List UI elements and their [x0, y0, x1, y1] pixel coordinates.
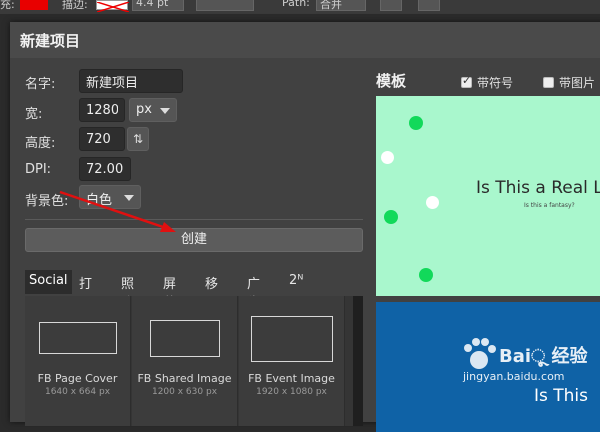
swap-dimensions-button[interactable]: ⇅ — [127, 127, 149, 151]
no-color-icon — [96, 1, 130, 13]
dialog-titlebar[interactable]: 新建项目 — [10, 22, 600, 58]
preset-aspect-thumbnail — [251, 316, 333, 362]
with-symbol-label: 带符号 — [477, 76, 514, 90]
stroke-width-value: 4.4 pt — [136, 0, 169, 9]
template-card[interactable]: Is This a Real L Is this a fantasy? — [376, 96, 600, 296]
height-label: 高度: — [25, 136, 56, 151]
swap-icon: ⇅ — [132, 132, 144, 146]
move-up-button[interactable] — [418, 0, 440, 11]
decor-dot — [384, 210, 398, 224]
watermark-url: jingyan.baidu.com — [463, 370, 565, 383]
dpi-field[interactable] — [79, 157, 131, 181]
background-select[interactable]: 白色 — [79, 185, 141, 209]
unit-select[interactable]: px — [129, 98, 177, 122]
preset-aspect-thumbnail — [150, 320, 220, 357]
dialog-title: 新建项目 — [20, 32, 81, 50]
stroke-style-select[interactable] — [196, 0, 254, 11]
height-field[interactable] — [79, 127, 125, 151]
stroke-color-swatch[interactable] — [96, 0, 130, 13]
unit-select-value: px — [136, 102, 152, 117]
preset-list: FB Page Cover 1640 x 664 px FB Shared Im… — [25, 296, 363, 426]
width-field[interactable] — [79, 98, 125, 122]
preset-aspect-thumbnail — [39, 322, 117, 354]
preset-name: FB Shared Image — [137, 372, 232, 385]
decor-dot — [409, 116, 423, 130]
tab-ads[interactable]: 广告 — [243, 270, 264, 311]
preset-card[interactable]: FB Page Cover 1640 x 664 px — [25, 296, 131, 426]
decor-dot — [419, 268, 433, 282]
preset-scrollbar[interactable] — [353, 296, 363, 426]
preset-size: 1920 x 1080 px — [256, 387, 327, 397]
preset-name: FB Page Cover — [37, 372, 118, 385]
path-mode-value: 合并 — [320, 0, 342, 11]
templates-heading: 模板 — [376, 72, 407, 90]
tab-photo[interactable]: 照片 — [117, 270, 138, 311]
section-divider — [25, 219, 363, 220]
preset-size: 1640 x 664 px — [44, 387, 111, 397]
name-field[interactable] — [79, 69, 183, 93]
preset-size: 1200 x 630 px — [151, 387, 218, 397]
tab-power-of-two[interactable]: 2ᴺ — [285, 270, 307, 294]
template-title: Is This a Real L — [476, 178, 600, 198]
paw-logo-icon — [464, 338, 496, 369]
chevron-down-icon — [160, 108, 170, 114]
tab-screen[interactable]: 屏幕 — [159, 270, 180, 311]
preset-card[interactable]: FB Shared Image 1200 x 630 px — [132, 296, 238, 426]
tab-mobile[interactable]: 移动 — [201, 270, 222, 311]
create-button[interactable]: 创建 — [25, 228, 363, 252]
fill-color-swatch[interactable] — [20, 0, 48, 10]
template-subtitle: Is this a fantasy? — [524, 202, 575, 209]
background-label: 背景色: — [25, 194, 69, 209]
stroke-width-select[interactable]: 4.4 pt — [132, 0, 184, 11]
preset-card[interactable]: FB Event Image 1920 x 1080 px — [239, 296, 345, 426]
path-mode-select[interactable]: 合并 — [316, 0, 366, 11]
move-down-button[interactable] — [380, 0, 402, 11]
name-label: 名字: — [25, 77, 56, 92]
dpi-label: DPI: — [25, 162, 52, 177]
tab-print[interactable]: 打印 — [75, 270, 96, 311]
baidu-watermark: Baiૂ 经验 jingyan.baidu.com — [455, 330, 595, 390]
with-symbol-checkbox[interactable] — [461, 74, 472, 88]
with-image-label: 带图片 — [559, 76, 596, 90]
preset-name: FB Event Image — [248, 372, 335, 385]
top-toolbar: 充: 描边: 4.4 pt Path: 合并 — [0, 0, 600, 14]
chevron-down-icon — [124, 195, 134, 201]
watermark-brand: Baiૂ 经验 — [499, 346, 588, 367]
decor-dot — [426, 196, 439, 209]
with-image-checkbox[interactable] — [543, 77, 554, 88]
path-label: Path: — [282, 0, 310, 9]
decor-dot — [381, 151, 394, 164]
stroke-label: 描边: — [62, 0, 88, 11]
width-label: 宽: — [25, 107, 43, 122]
fill-label: 充: — [0, 0, 15, 11]
tab-social[interactable]: Social — [25, 270, 72, 294]
background-select-value: 白色 — [86, 193, 113, 208]
